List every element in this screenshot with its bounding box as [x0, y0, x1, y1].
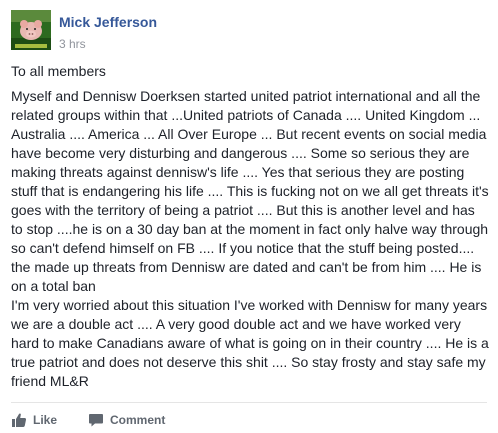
- timestamp-row: 3 hrs: [59, 37, 157, 51]
- comment-bubble-icon: [88, 412, 104, 428]
- post-greeting: To all members: [11, 63, 106, 79]
- post-timestamp[interactable]: 3 hrs: [59, 37, 86, 51]
- post-header: Mick Jefferson 3 hrs: [11, 10, 157, 52]
- actions-divider: [11, 402, 487, 403]
- post-meta: Mick Jefferson 3 hrs: [59, 10, 157, 51]
- author-name[interactable]: Mick Jefferson: [59, 14, 157, 31]
- facebook-post: Mick Jefferson 3 hrs To all members Myse…: [0, 0, 498, 432]
- thumbs-up-icon: [11, 412, 27, 428]
- like-label: Like: [33, 413, 58, 427]
- comment-button[interactable]: Comment: [88, 412, 165, 428]
- post-actions: Like Comment: [11, 410, 196, 430]
- comment-label: Comment: [110, 413, 166, 427]
- like-button[interactable]: Like: [11, 412, 57, 428]
- avatar[interactable]: [11, 10, 51, 50]
- post-body: To all members Myself and Dennisw Doerks…: [11, 62, 489, 391]
- avatar-image: [11, 10, 51, 50]
- post-message: Myself and Dennisw Doerksen started unit…: [11, 88, 489, 389]
